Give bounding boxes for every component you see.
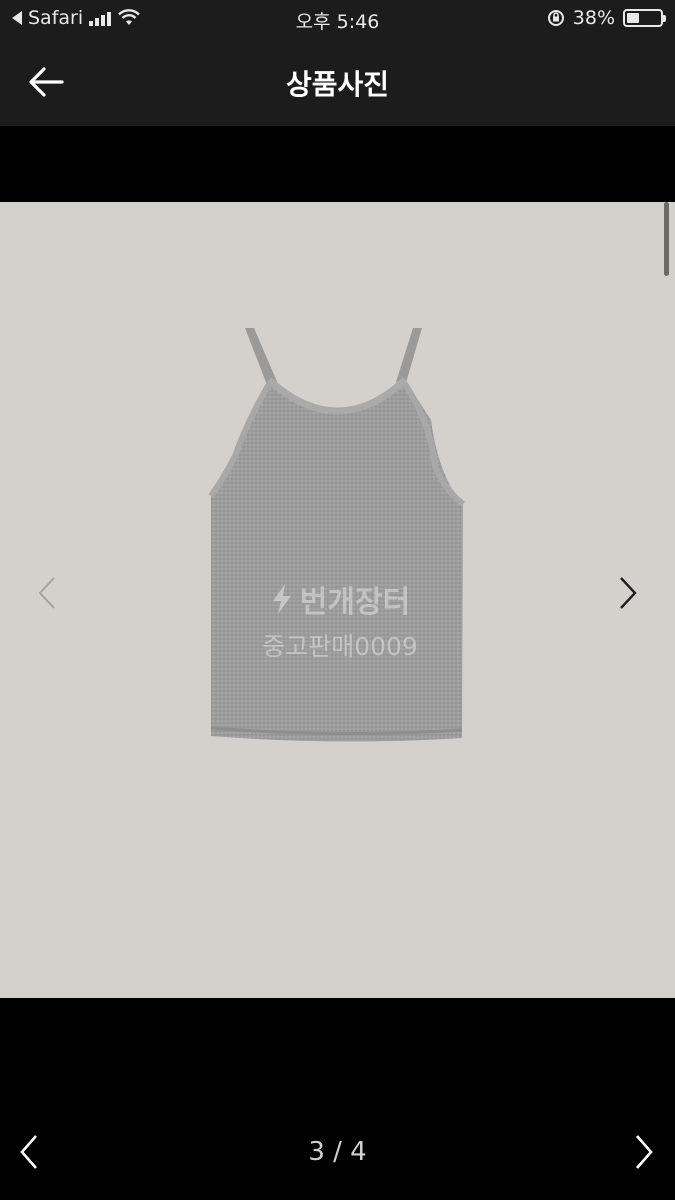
chevron-right-icon — [636, 1135, 653, 1169]
photo-next-button[interactable] — [609, 568, 645, 618]
status-right: 38% — [547, 7, 666, 29]
watermark-brand-label: 번개장터 — [299, 585, 411, 620]
battery-level-fill — [627, 13, 640, 23]
battery-percent: 38% — [572, 7, 615, 29]
watermark-sub: 중고판매0009 — [262, 632, 418, 661]
orientation-lock-icon — [547, 10, 564, 26]
scrollbar[interactable] — [664, 202, 669, 276]
battery-icon — [623, 9, 666, 27]
watermark: 번개장터 중고판매0009 — [240, 577, 440, 663]
watermark-brand: 번개장터 — [240, 577, 440, 621]
photo-prev-button[interactable] — [30, 568, 66, 618]
chevron-left-icon — [38, 577, 55, 609]
status-bar: Safari 오후 5:46 38% — [0, 0, 675, 38]
page-indicator: 3 / 4 — [308, 1137, 367, 1167]
chevron-right-icon — [620, 577, 637, 609]
bottom-pager: 3 / 4 — [0, 998, 675, 1200]
product-image-knit-tank-top — [208, 328, 465, 742]
page-title: 상품사진 — [285, 68, 390, 101]
app-header: 상품사진 — [0, 38, 675, 126]
lightning-icon — [272, 584, 291, 614]
next-photo-button[interactable] — [629, 1130, 659, 1174]
product-photo-viewer[interactable]: 번개장터 중고판매0009 — [0, 202, 675, 998]
